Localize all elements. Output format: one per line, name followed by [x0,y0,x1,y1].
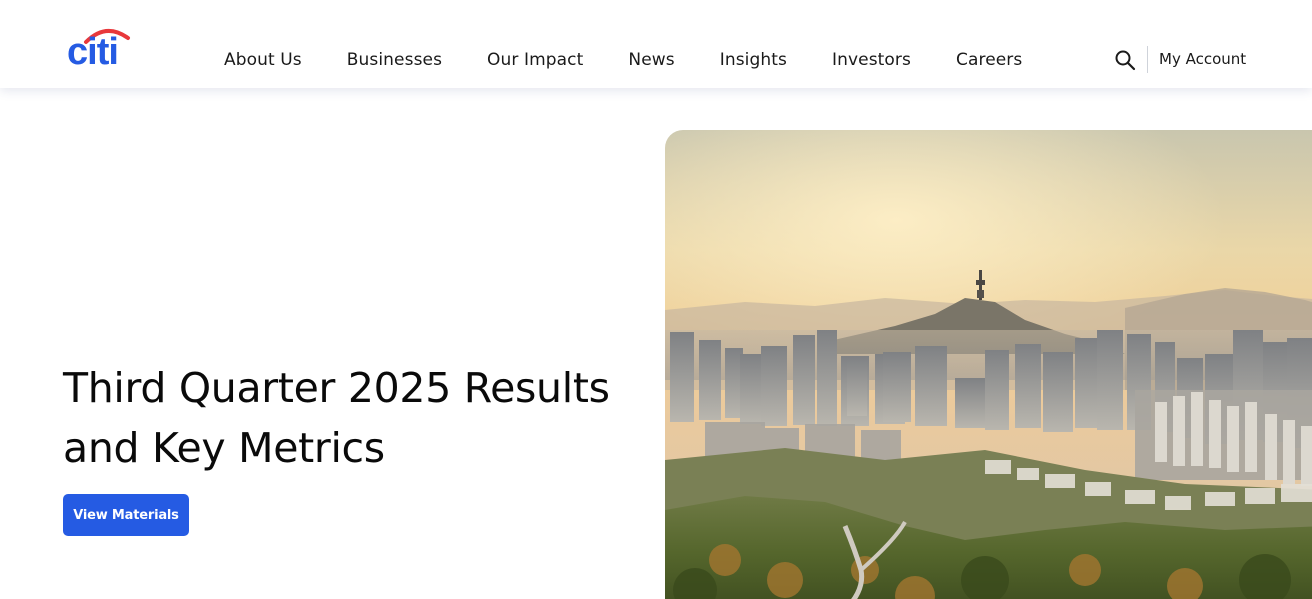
nav-insights[interactable]: Insights [720,50,787,70]
my-account-link[interactable]: My Account [1159,50,1246,68]
header-divider [1147,46,1148,73]
nav-our-impact[interactable]: Our Impact [487,50,583,70]
hero-title-line-1: Third Quarter 2025 Results [63,364,610,412]
nav-careers[interactable]: Careers [956,50,1022,70]
main-navigation: About Us Businesses Our Impact News Insights… [224,46,1022,74]
hero-title-line-2: and Key Metrics [63,424,385,472]
citi-logo-text: citi [67,31,118,70]
hero-title: Third Quarter 2025 Results and Key Metri… [63,358,643,478]
nav-news[interactable]: News [628,50,674,70]
nav-investors[interactable]: Investors [832,50,911,70]
hero-image [665,130,1312,599]
city-skyline-photo [665,130,1312,599]
nav-about-us[interactable]: About Us [224,50,302,70]
nav-businesses[interactable]: Businesses [347,50,442,70]
search-icon[interactable] [1114,49,1136,71]
site-header: citi About Us Businesses Our Impact News Ins… [0,0,1312,88]
view-materials-button[interactable]: View Materials [63,494,189,536]
citi-logo[interactable]: citi [66,24,136,70]
